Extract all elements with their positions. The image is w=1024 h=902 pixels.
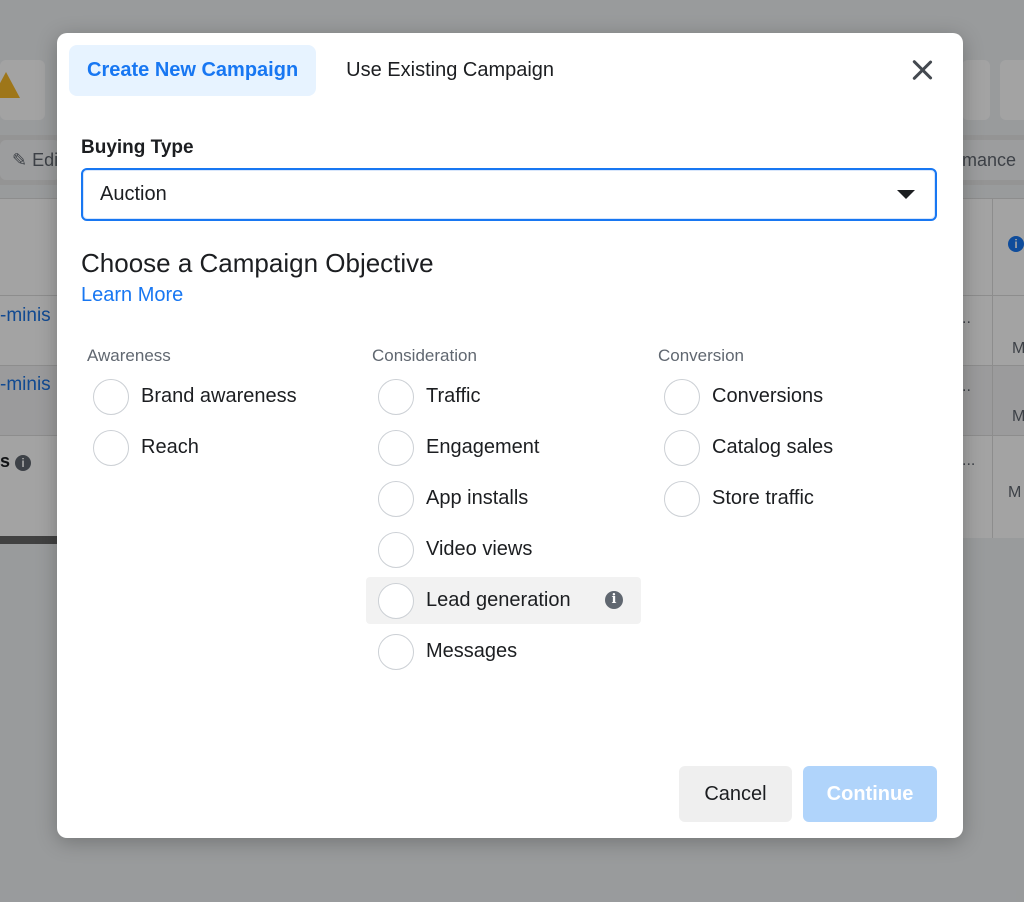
objective-label: Traffic <box>426 385 481 407</box>
objective-label: App installs <box>426 487 529 509</box>
objective-title: Choose a Campaign Objective <box>81 248 434 278</box>
objective-reach[interactable]: Reach <box>81 424 356 471</box>
radio-button[interactable] <box>378 531 414 568</box>
objective-traffic[interactable]: Traffic <box>366 373 641 420</box>
continue-button[interactable]: Continue <box>803 766 937 822</box>
conversion-column: Conversion Conversions Catalog sales Sto… <box>652 346 927 526</box>
radio-button[interactable] <box>378 480 414 517</box>
radio-button[interactable] <box>664 429 700 466</box>
caret-down-icon <box>897 190 915 199</box>
radio-button[interactable] <box>93 378 129 415</box>
radio-button[interactable] <box>378 582 414 619</box>
objective-catalog-sales[interactable]: Catalog sales <box>652 424 927 471</box>
consideration-heading: Consideration <box>372 346 477 365</box>
radio-button[interactable] <box>378 378 414 415</box>
objective-app-installs[interactable]: App installs <box>366 475 641 522</box>
objective-store-traffic[interactable]: Store traffic <box>652 475 927 522</box>
conversion-heading: Conversion <box>658 346 744 365</box>
close-icon[interactable] <box>907 55 937 85</box>
campaign-tabs: Create New Campaign Use Existing Campaig… <box>69 45 572 96</box>
campaign-dialog: Create New Campaign Use Existing Campaig… <box>57 33 963 838</box>
objective-label: Catalog sales <box>712 436 834 458</box>
cancel-button[interactable]: Cancel <box>679 766 792 822</box>
objective-label: Messages <box>426 640 518 662</box>
radio-button[interactable] <box>378 633 414 670</box>
objective-label: Brand awareness <box>141 385 297 407</box>
radio-button[interactable] <box>664 480 700 517</box>
objective-messages[interactable]: Messages <box>366 628 641 675</box>
objective-conversions[interactable]: Conversions <box>652 373 927 420</box>
objective-label: Video views <box>426 538 533 560</box>
consideration-column: Consideration Traffic Engagement App ins… <box>366 346 641 679</box>
objective-label: Conversions <box>712 385 824 407</box>
info-icon[interactable]: i <box>605 591 623 609</box>
learn-more-link[interactable]: Learn More <box>81 284 183 307</box>
objective-label: Lead generation <box>426 589 571 611</box>
buying-type-select[interactable]: Auction <box>81 168 937 221</box>
awareness-column: Awareness Brand awareness Reach <box>81 346 356 475</box>
radio-button[interactable] <box>93 429 129 466</box>
objective-label: Reach <box>141 436 199 458</box>
buying-type-label: Buying Type <box>81 137 194 158</box>
buying-type-value: Auction <box>100 183 167 205</box>
objective-video-views[interactable]: Video views <box>366 526 641 573</box>
tab-create-new-campaign[interactable]: Create New Campaign <box>69 45 317 96</box>
objective-lead-generation[interactable]: Lead generation i <box>366 577 641 624</box>
objective-label: Store traffic <box>712 487 814 509</box>
radio-button[interactable] <box>378 429 414 466</box>
radio-button[interactable] <box>664 378 700 415</box>
objective-label: Engagement <box>426 436 540 458</box>
tab-use-existing-campaign[interactable]: Use Existing Campaign <box>328 45 572 96</box>
awareness-heading: Awareness <box>87 346 171 365</box>
objective-engagement[interactable]: Engagement <box>366 424 641 471</box>
objective-brand-awareness[interactable]: Brand awareness <box>81 373 356 420</box>
